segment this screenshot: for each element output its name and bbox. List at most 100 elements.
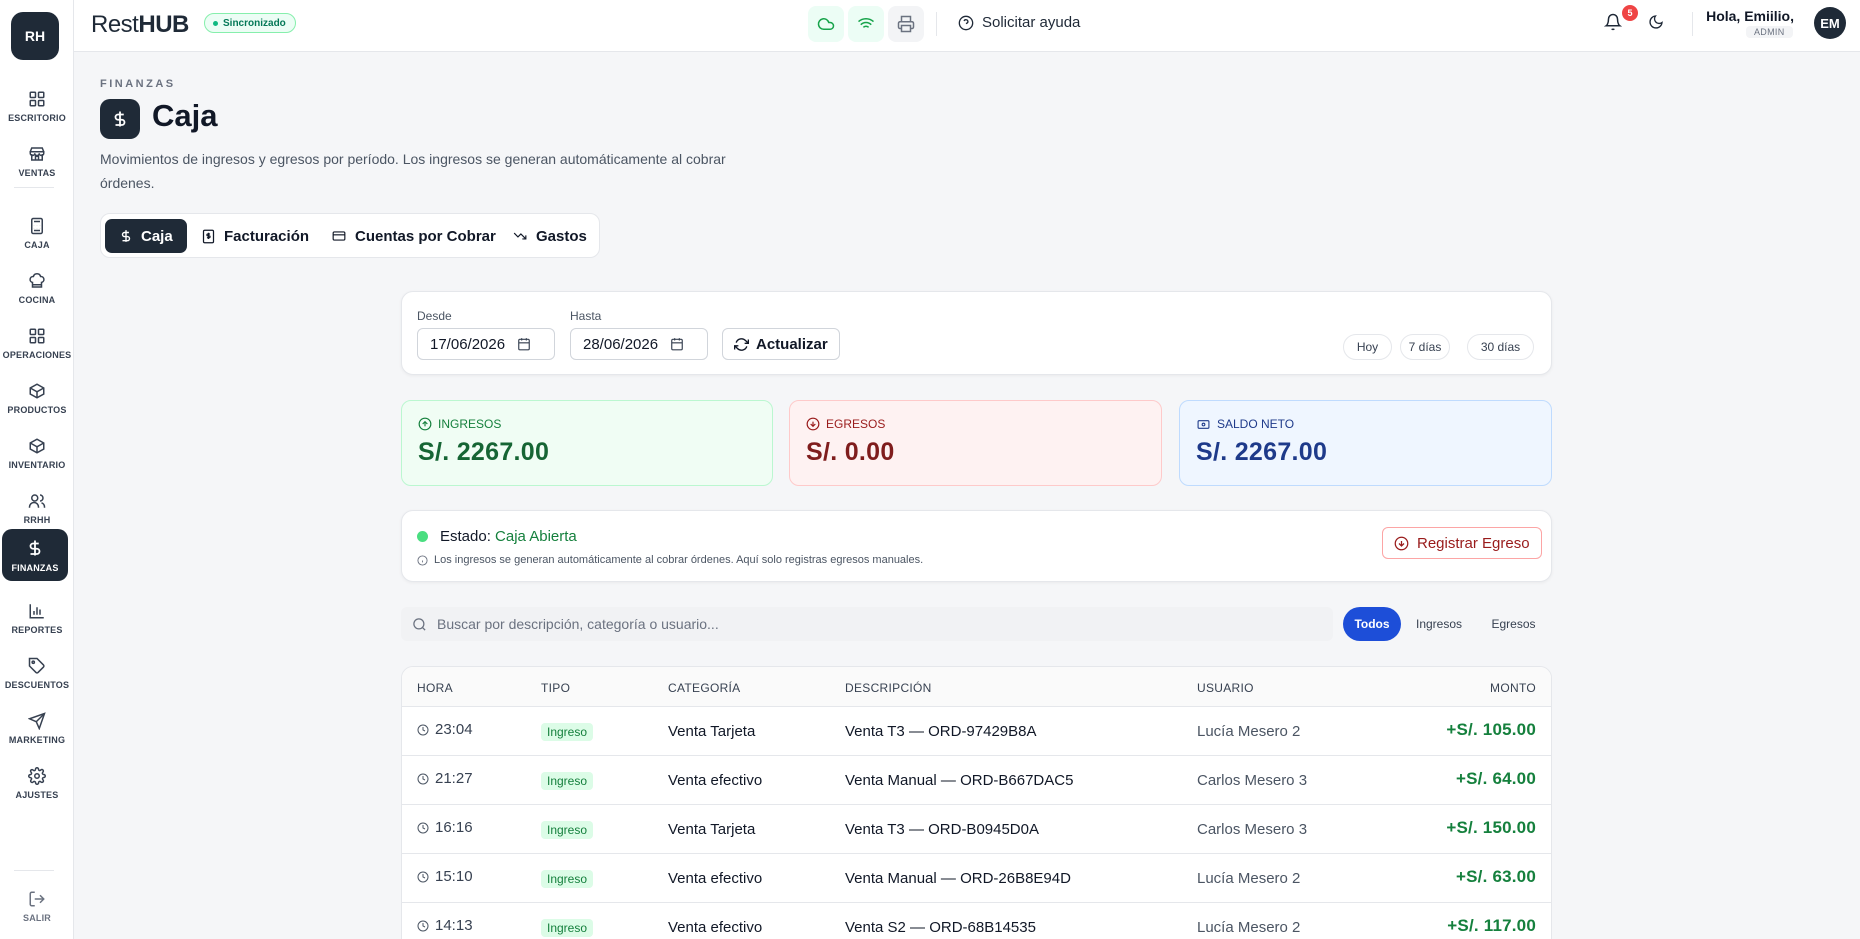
- preset-today-button[interactable]: Hoy: [1343, 334, 1392, 360]
- page-eyebrow: FINANZAS: [100, 78, 176, 90]
- sidebar-item-cocina[interactable]: COCINA: [0, 262, 74, 314]
- status-indicator-dot: [417, 531, 428, 542]
- sidebar-item-inventario[interactable]: INVENTARIO: [0, 427, 74, 479]
- sidebar-divider: [14, 870, 54, 871]
- tab-gastos[interactable]: Gastos: [498, 219, 601, 253]
- cloud-status-button[interactable]: [808, 6, 844, 42]
- search-input[interactable]: [437, 616, 1237, 632]
- sidebar-item-finanzas[interactable]: FINANZAS: [2, 529, 68, 581]
- page-subtitle: Movimientos de ingresos y egresos por pe…: [100, 151, 726, 191]
- row-amount: +S/. 63.00: [1456, 867, 1536, 886]
- notifications-button[interactable]: [1604, 12, 1622, 32]
- app-logo[interactable]: RH: [11, 12, 59, 60]
- status-label: Estado:: [440, 528, 491, 545]
- col-usuario[interactable]: USUARIO: [1197, 681, 1254, 695]
- logout-button[interactable]: SALIR: [0, 880, 74, 932]
- row-user: Carlos Mesero 3: [1197, 772, 1308, 789]
- topbar-divider: [936, 12, 937, 36]
- sidebar-item-rrhh[interactable]: RRHH: [0, 482, 74, 534]
- sidebar-item-label: CAJA: [24, 239, 50, 250]
- table-row[interactable]: 14:13 Ingreso Venta efectivo Venta S2 — …: [402, 903, 1551, 939]
- sidebar-item-reportes[interactable]: REPORTES: [0, 592, 74, 644]
- table-row[interactable]: 15:10 Ingreso Venta efectivo Venta Manua…: [402, 854, 1551, 903]
- printer-button[interactable]: [888, 6, 924, 42]
- row-description: Venta Manual — ORD-B667DAC5: [845, 772, 1074, 789]
- filter-todos-button[interactable]: Todos: [1343, 607, 1401, 641]
- income-label-row: INGRESOS: [418, 417, 501, 431]
- help-button[interactable]: Solicitar ayuda: [958, 14, 1080, 31]
- preset-30-days-button[interactable]: 30 días: [1467, 334, 1534, 360]
- filter-egresos-button[interactable]: Egresos: [1481, 607, 1546, 641]
- sidebar-item-caja[interactable]: CAJA: [0, 207, 74, 259]
- row-time: 21:27: [417, 770, 473, 787]
- tab-facturacion[interactable]: Facturación: [187, 219, 323, 253]
- sidebar-item-ajustes[interactable]: AJUSTES: [0, 757, 74, 809]
- register-expense-button[interactable]: Registrar Egreso: [1382, 527, 1542, 559]
- sidebar-item-ventas[interactable]: VENTAS: [0, 135, 74, 187]
- row-time: 14:13: [417, 917, 473, 934]
- net-balance-card: SALDO NETO S/. 2267.00: [1179, 400, 1552, 486]
- send-icon: [28, 711, 46, 730]
- printer-icon: [897, 15, 915, 33]
- to-date-input[interactable]: 28/06/2026: [570, 328, 708, 360]
- col-hora[interactable]: HORA: [417, 681, 453, 695]
- expense-label: EGRESOS: [826, 417, 886, 431]
- sidebar-item-escritorio[interactable]: ESCRITORIO: [0, 80, 74, 132]
- table-row[interactable]: 21:27 Ingreso Venta efectivo Venta Manua…: [402, 756, 1551, 805]
- col-monto[interactable]: MONTO: [1490, 681, 1536, 695]
- tab-cuentas-por-cobrar[interactable]: Cuentas por Cobrar: [317, 219, 510, 253]
- avatar[interactable]: EM: [1814, 7, 1846, 39]
- preset-7-days-button[interactable]: 7 días: [1400, 334, 1450, 360]
- theme-toggle[interactable]: [1648, 14, 1664, 30]
- grid-icon: [29, 328, 45, 343]
- row-type-badge: Ingreso: [541, 772, 594, 790]
- row-description: Venta Manual — ORD-26B8E94D: [845, 870, 1071, 887]
- col-tipo[interactable]: TIPO: [541, 681, 570, 695]
- to-label: Hasta: [570, 309, 602, 323]
- wifi-status-button[interactable]: [848, 6, 884, 42]
- credit-card-icon: [332, 231, 346, 241]
- filter-ingresos-button[interactable]: Ingresos: [1407, 607, 1471, 641]
- sidebar-item-label: PRODUCTOS: [7, 404, 67, 415]
- from-date-input[interactable]: 17/06/2026: [417, 328, 555, 360]
- expense-label-row: EGRESOS: [806, 417, 885, 431]
- row-time-value: 15:10: [435, 868, 473, 885]
- moon-icon: [1649, 15, 1663, 29]
- sidebar-item-operaciones[interactable]: OPERACIONES: [0, 317, 74, 369]
- net-label: SALDO NETO: [1217, 417, 1295, 431]
- tab-caja[interactable]: Caja: [105, 219, 187, 253]
- box-icon: [29, 437, 45, 454]
- arrow-down-circle-icon: [1394, 536, 1409, 550]
- sidebar-item-label: DESCUENTOS: [4, 679, 70, 690]
- refresh-button[interactable]: Actualizar: [722, 328, 840, 360]
- finance-tabs: Caja Facturación Cuentas por Cobrar Gast…: [100, 213, 600, 258]
- sidebar: RH ESCRITORIO VENTAS CAJA COCINA OPERACI…: [0, 0, 74, 939]
- table-row[interactable]: 16:16 Ingreso Venta Tarjeta Venta T3 — O…: [402, 805, 1551, 854]
- brand-logo[interactable]: RestHUB: [91, 11, 189, 39]
- store-icon: [29, 146, 45, 161]
- table-row[interactable]: 23:04 Ingreso Venta Tarjeta Venta T3 — O…: [402, 707, 1551, 756]
- sidebar-item-label: REPORTES: [11, 624, 63, 635]
- logout-label: SALIR: [23, 912, 51, 923]
- sidebar-item-marketing[interactable]: MARKETING: [0, 702, 74, 754]
- sidebar-item-descuentos[interactable]: DESCUENTOS: [0, 647, 74, 699]
- table-header: HORA TIPO CATEGORÍA DESCRIPCIÓN USUARIO …: [402, 667, 1551, 707]
- bar-chart-icon: [29, 603, 44, 618]
- income-value: S/. 2267.00: [418, 438, 550, 466]
- clock-icon: [417, 724, 429, 735]
- row-category: Venta efectivo: [668, 870, 763, 887]
- col-descripcion[interactable]: DESCRIPCIÓN: [845, 681, 932, 695]
- clock-icon: [417, 773, 429, 784]
- row-description: Venta T3 — ORD-97429B8A: [845, 723, 1037, 740]
- brand-light: Rest: [91, 11, 139, 38]
- arrow-down-circle-icon: [806, 417, 820, 431]
- row-type-badge: Ingreso: [541, 919, 594, 937]
- date-filter-card: Desde 17/06/2026 Hasta 28/06/2026 Actual…: [401, 291, 1552, 375]
- col-categoria[interactable]: CATEGORÍA: [668, 681, 741, 695]
- tab-label: Facturación: [224, 227, 310, 245]
- bell-icon: [1604, 13, 1622, 31]
- sidebar-item-label: MARKETING: [8, 734, 66, 745]
- sidebar-item-productos[interactable]: PRODUCTOS: [0, 372, 74, 424]
- sidebar-item-label: AJUSTES: [15, 789, 59, 800]
- sidebar-item-label: FINANZAS: [11, 562, 59, 573]
